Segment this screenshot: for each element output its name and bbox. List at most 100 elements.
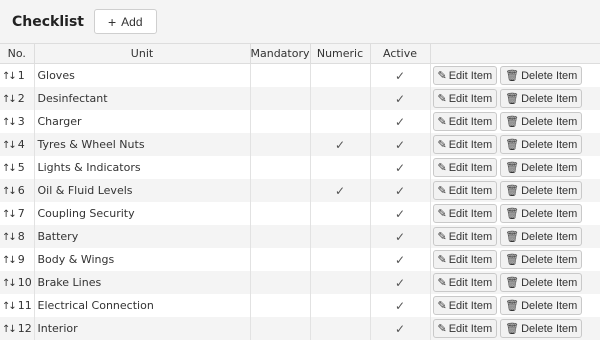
row-number-cell: ↑↓ 2 xyxy=(0,87,35,110)
row-number-cell: ↑↓ 6 xyxy=(0,179,35,202)
sort-handle-icon[interactable]: ↑↓ xyxy=(2,278,17,289)
sort-handle-icon[interactable]: ↑↓ xyxy=(2,71,17,82)
active-cell: ✓ xyxy=(370,202,431,225)
delete-item-label: Delete Item xyxy=(521,92,578,105)
add-button[interactable]: + Add xyxy=(93,9,157,34)
page-header: Checklist + Add xyxy=(0,0,600,43)
sort-handle-icon[interactable]: ↑↓ xyxy=(2,163,17,174)
delete-item-button[interactable]: 🗑 Delete Item xyxy=(500,158,583,177)
table-row: ↑↓ 1 Gloves ✓ ✎ Edit Item 🗑 Delete Item xyxy=(0,63,600,87)
trash-icon: 🗑 xyxy=(505,162,520,174)
numeric-cell xyxy=(310,110,371,133)
delete-item-button[interactable]: 🗑 Delete Item xyxy=(500,66,583,85)
row-number: 1 xyxy=(17,69,25,82)
actions-cell: ✎ Edit Item 🗑 Delete Item xyxy=(430,110,600,133)
table-row: ↑↓ 12 Interior ✓ ✎ Edit Item 🗑 Delete Item xyxy=(0,317,600,340)
edit-item-label: Edit Item xyxy=(448,253,493,266)
delete-item-button[interactable]: 🗑 Delete Item xyxy=(500,112,583,131)
sort-handle-icon[interactable]: ↑↓ xyxy=(2,301,17,312)
numeric-cell xyxy=(310,271,371,294)
edit-item-button[interactable]: ✎ Edit Item xyxy=(432,250,498,269)
add-button-label: Add xyxy=(121,14,143,29)
active-check: ✓ xyxy=(394,206,406,221)
row-number-cell: ↑↓ 10 xyxy=(0,271,35,294)
sort-handle-icon[interactable]: ↑↓ xyxy=(2,94,17,105)
edit-item-button[interactable]: ✎ Edit Item xyxy=(432,319,498,338)
edit-item-button[interactable]: ✎ Edit Item xyxy=(432,112,498,131)
active-cell: ✓ xyxy=(370,271,431,294)
trash-icon: 🗑 xyxy=(505,254,520,266)
sort-handle-icon[interactable]: ↑↓ xyxy=(2,324,17,335)
table-row: ↑↓ 4 Tyres & Wheel Nuts ✓ ✓ ✎ Edit Item 🗑 D… xyxy=(0,133,600,156)
active-cell: ✓ xyxy=(370,156,431,179)
edit-item-button[interactable]: ✎ Edit Item xyxy=(432,158,498,177)
delete-item-button[interactable]: 🗑 Delete Item xyxy=(500,135,583,154)
row-number: 3 xyxy=(17,115,25,128)
edit-item-button[interactable]: ✎ Edit Item xyxy=(432,66,498,85)
trash-icon: 🗑 xyxy=(505,231,520,243)
sort-handle-icon[interactable]: ↑↓ xyxy=(2,255,17,266)
numeric-cell xyxy=(310,87,371,110)
column-header-numeric[interactable]: Numeric xyxy=(310,43,371,64)
mandatory-cell xyxy=(250,317,311,340)
delete-item-button[interactable]: 🗑 Delete Item xyxy=(500,204,583,223)
delete-item-button[interactable]: 🗑 Delete Item xyxy=(500,181,583,200)
edit-item-button[interactable]: ✎ Edit Item xyxy=(432,181,498,200)
edit-item-button[interactable]: ✎ Edit Item xyxy=(432,204,498,223)
table-row: ↑↓ 3 Charger ✓ ✎ Edit Item 🗑 Delete Item xyxy=(0,110,600,133)
column-header-mandatory[interactable]: Mandatory xyxy=(250,43,311,64)
row-number-cell: ↑↓ 8 xyxy=(0,225,35,248)
pencil-icon: ✎ xyxy=(437,277,447,289)
edit-item-button[interactable]: ✎ Edit Item xyxy=(432,273,498,292)
active-check: ✓ xyxy=(394,229,406,244)
unit-cell: Brake Lines xyxy=(34,271,251,294)
column-header-no[interactable]: No. xyxy=(0,43,35,64)
mandatory-cell xyxy=(250,133,311,156)
sort-handle-icon[interactable]: ↑↓ xyxy=(2,209,17,220)
active-check: ✓ xyxy=(394,183,406,198)
edit-item-button[interactable]: ✎ Edit Item xyxy=(432,135,498,154)
delete-item-button[interactable]: 🗑 Delete Item xyxy=(500,89,583,108)
delete-item-button[interactable]: 🗑 Delete Item xyxy=(500,273,583,292)
numeric-cell xyxy=(310,63,371,87)
numeric-check: ✓ xyxy=(334,183,346,198)
column-header-active[interactable]: Active xyxy=(370,43,431,64)
sort-handle-icon[interactable]: ↑↓ xyxy=(2,140,17,151)
active-cell: ✓ xyxy=(370,179,431,202)
pencil-icon: ✎ xyxy=(437,185,447,197)
active-check: ✓ xyxy=(394,114,406,129)
active-cell: ✓ xyxy=(370,248,431,271)
trash-icon: 🗑 xyxy=(505,208,520,220)
row-number-cell: ↑↓ 1 xyxy=(0,63,35,87)
table-header-row: No. Unit Mandatory Numeric Active xyxy=(0,43,600,64)
unit-cell: Oil & Fluid Levels xyxy=(34,179,251,202)
actions-cell: ✎ Edit Item 🗑 Delete Item xyxy=(430,87,600,110)
actions-cell: ✎ Edit Item 🗑 Delete Item xyxy=(430,63,600,87)
edit-item-button[interactable]: ✎ Edit Item xyxy=(432,89,498,108)
mandatory-cell xyxy=(250,87,311,110)
numeric-cell xyxy=(310,248,371,271)
table-row: ↑↓ 2 Desinfectant ✓ ✎ Edit Item 🗑 Delete It… xyxy=(0,87,600,110)
actions-cell: ✎ Edit Item 🗑 Delete Item xyxy=(430,248,600,271)
mandatory-cell xyxy=(250,248,311,271)
column-header-unit[interactable]: Unit xyxy=(34,43,251,64)
pencil-icon: ✎ xyxy=(437,139,447,151)
row-number-cell: ↑↓ 3 xyxy=(0,110,35,133)
unit-cell: Coupling Security xyxy=(34,202,251,225)
delete-item-button[interactable]: 🗑 Delete Item xyxy=(500,227,583,246)
sort-handle-icon[interactable]: ↑↓ xyxy=(2,117,17,128)
mandatory-cell xyxy=(250,294,311,317)
table-row: ↑↓ 7 Coupling Security ✓ ✎ Edit Item 🗑 Dele… xyxy=(0,202,600,225)
actions-cell: ✎ Edit Item 🗑 Delete Item xyxy=(430,202,600,225)
delete-item-button[interactable]: 🗑 Delete Item xyxy=(500,250,583,269)
delete-item-button[interactable]: 🗑 Delete Item xyxy=(500,296,583,315)
sort-handle-icon[interactable]: ↑↓ xyxy=(2,232,17,243)
delete-item-button[interactable]: 🗑 Delete Item xyxy=(500,319,583,338)
mandatory-cell xyxy=(250,110,311,133)
trash-icon: 🗑 xyxy=(505,70,520,82)
actions-cell: ✎ Edit Item 🗑 Delete Item xyxy=(430,179,600,202)
edit-item-label: Edit Item xyxy=(448,322,493,335)
edit-item-button[interactable]: ✎ Edit Item xyxy=(432,296,498,315)
sort-handle-icon[interactable]: ↑↓ xyxy=(2,186,17,197)
edit-item-button[interactable]: ✎ Edit Item xyxy=(432,227,498,246)
